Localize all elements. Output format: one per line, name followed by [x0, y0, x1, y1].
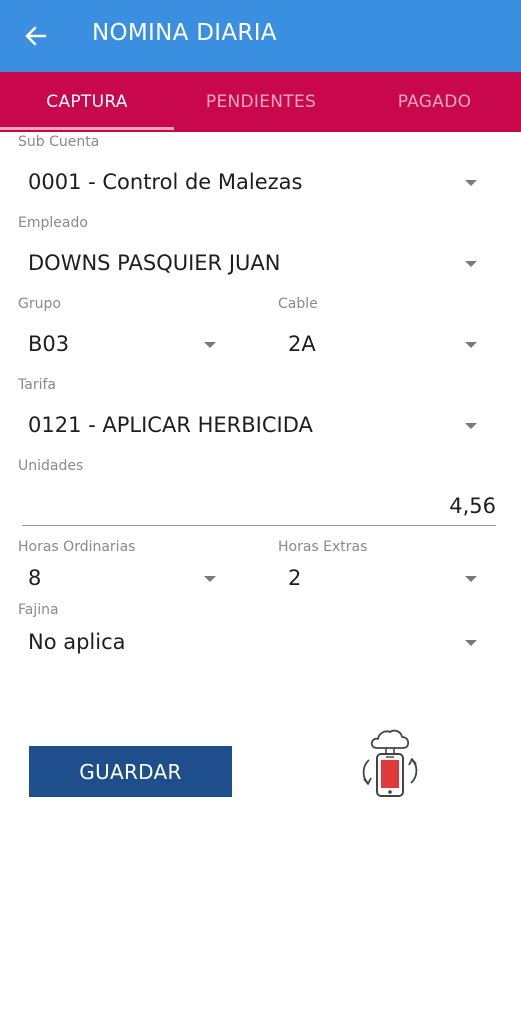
cable-value: 2A: [288, 332, 316, 356]
tab-captura[interactable]: CAPTURA: [0, 72, 174, 132]
cable-select[interactable]: 2A: [278, 322, 498, 368]
grupo-label: Grupo: [18, 296, 61, 312]
chevron-down-icon: [204, 576, 216, 582]
cable-label: Cable: [278, 296, 318, 312]
empleado-value: DOWNS PASQUIER JUAN: [28, 251, 281, 275]
chevron-down-icon: [465, 342, 477, 348]
sync-button[interactable]: [355, 726, 425, 800]
page-title: NOMINA DIARIA: [92, 20, 277, 46]
save-button[interactable]: GUARDAR: [29, 746, 232, 797]
chevron-down-icon: [465, 423, 477, 429]
tab-pendientes[interactable]: PENDIENTES: [174, 72, 348, 132]
cloud-phone-sync-icon: [362, 729, 418, 797]
horas-ordinarias-value: 8: [28, 566, 42, 590]
chevron-down-icon: [465, 576, 477, 582]
horas-ordinarias-label: Horas Ordinarias: [18, 539, 136, 555]
fajina-label: Fajina: [18, 602, 59, 618]
grupo-select[interactable]: B03: [18, 322, 238, 368]
back-button[interactable]: [22, 22, 50, 50]
chevron-down-icon: [204, 342, 216, 348]
empleado-select[interactable]: DOWNS PASQUIER JUAN: [18, 241, 498, 287]
arrow-back-icon: [25, 26, 47, 46]
tab-pagado[interactable]: PAGADO: [348, 72, 521, 132]
empleado-label: Empleado: [18, 215, 88, 231]
horas-ordinarias-select[interactable]: 8: [18, 560, 238, 600]
fajina-select[interactable]: No aplica: [18, 624, 498, 664]
tab-bar: CAPTURA PENDIENTES PAGADO: [0, 72, 521, 132]
horas-extras-select[interactable]: 2: [278, 560, 498, 600]
sub-cuenta-value: 0001 - Control de Malezas: [28, 170, 303, 194]
tarifa-label: Tarifa: [18, 377, 56, 393]
tarifa-select[interactable]: 0121 - APLICAR HERBICIDA: [18, 403, 498, 449]
grupo-value: B03: [28, 332, 70, 356]
tab-indicator: [0, 127, 174, 130]
chevron-down-icon: [465, 261, 477, 267]
unidades-input[interactable]: [22, 486, 496, 526]
chevron-down-icon: [465, 180, 477, 186]
unidades-label: Unidades: [18, 458, 84, 474]
fajina-value: No aplica: [28, 630, 126, 654]
tarifa-value: 0121 - APLICAR HERBICIDA: [28, 413, 313, 437]
sub-cuenta-select[interactable]: 0001 - Control de Malezas: [18, 160, 498, 206]
app-bar: NOMINA DIARIA: [0, 0, 521, 72]
sub-cuenta-label: Sub Cuenta: [18, 134, 100, 150]
horas-extras-value: 2: [288, 566, 302, 590]
horas-extras-label: Horas Extras: [278, 539, 368, 555]
chevron-down-icon: [465, 640, 477, 646]
